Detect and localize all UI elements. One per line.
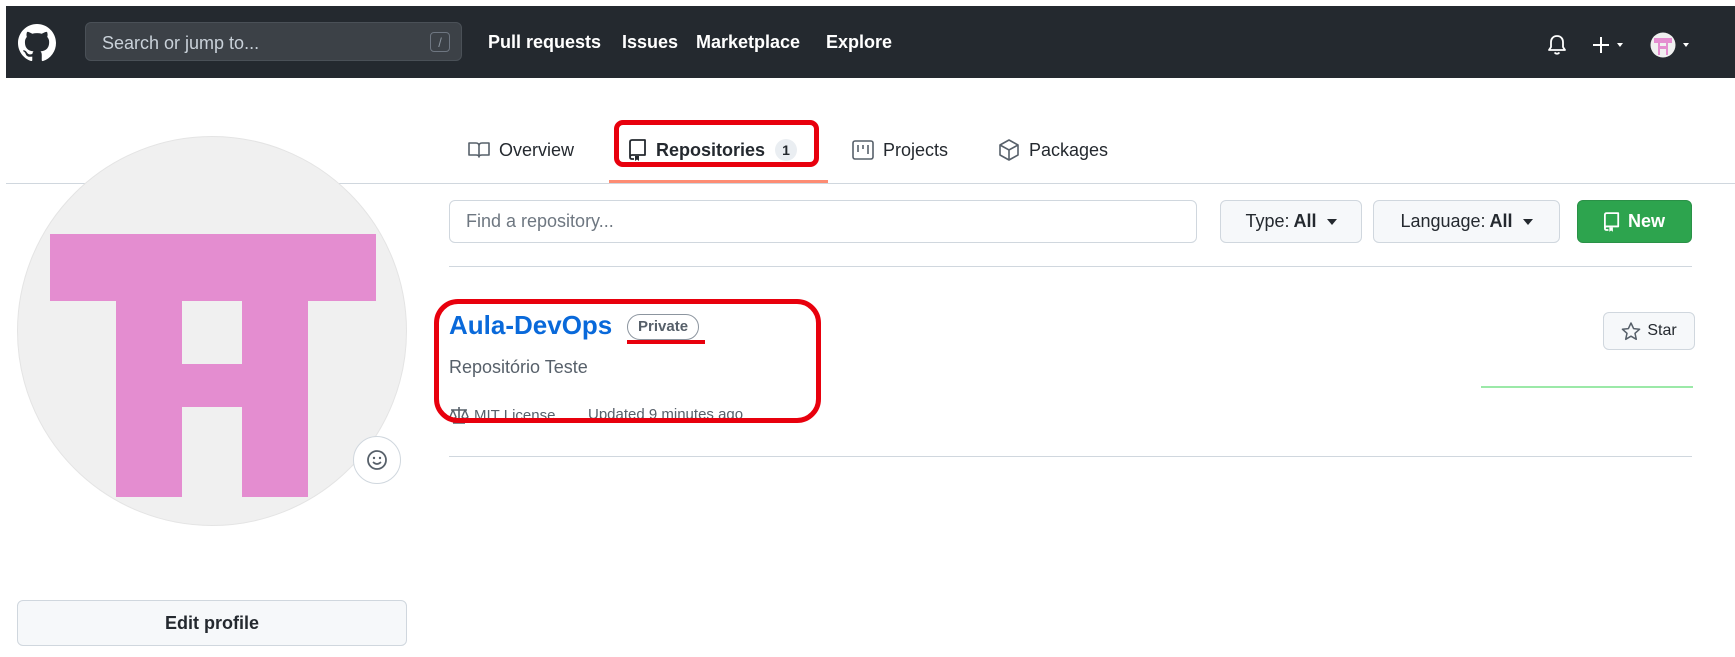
type-filter-dropdown[interactable]: Type: All	[1220, 200, 1362, 243]
slash-shortcut-icon: /	[430, 32, 450, 52]
find-repository-input[interactable]	[449, 200, 1197, 243]
star-button[interactable]: Star	[1603, 312, 1695, 350]
edit-profile-button[interactable]: Edit profile	[17, 600, 407, 646]
nav-issues[interactable]: Issues	[622, 32, 678, 53]
filter-divider	[449, 266, 1692, 267]
set-status-button[interactable]	[353, 436, 401, 484]
repo-icon	[1603, 211, 1620, 232]
smiley-icon	[367, 450, 387, 470]
page: Search or jump to... / Pull requests Iss…	[6, 6, 1735, 657]
search-placeholder: Search or jump to...	[102, 33, 260, 53]
caret-down-icon	[1522, 218, 1533, 225]
new-repository-button[interactable]: New	[1577, 200, 1692, 243]
package-icon	[999, 139, 1019, 161]
star-button-label: Star	[1647, 322, 1677, 339]
star-icon	[1621, 321, 1641, 340]
tab-overview[interactable]: Overview	[468, 135, 574, 165]
new-button-label: New	[1627, 211, 1665, 231]
github-logo-icon[interactable]	[18, 24, 56, 62]
book-icon	[468, 142, 490, 158]
repositories-tab-highlight-box	[614, 120, 819, 167]
tab-projects-label: Projects	[883, 139, 949, 160]
search-input[interactable]: Search or jump to... /	[85, 22, 462, 61]
nav-pull-requests[interactable]: Pull requests	[488, 32, 601, 53]
language-filter-dropdown[interactable]: Language: All	[1373, 200, 1560, 243]
avatar[interactable]	[17, 136, 407, 526]
tab-packages[interactable]: Packages	[998, 135, 1108, 165]
tab-projects[interactable]: Projects	[852, 135, 948, 165]
language-filter-label: Language:	[1400, 211, 1486, 231]
activity-sparkline	[1481, 386, 1693, 388]
repository-item-highlight-box	[434, 299, 821, 423]
type-filter-label: Type:	[1245, 211, 1290, 231]
selected-tab-underline	[609, 180, 828, 183]
tab-packages-label: Packages	[1029, 139, 1109, 160]
tab-overview-label: Overview	[499, 139, 575, 160]
avatar-identicon	[50, 234, 376, 497]
caret-down-icon	[1326, 218, 1337, 225]
global-header: Search or jump to... / Pull requests Iss…	[6, 6, 1735, 78]
project-icon	[852, 140, 874, 160]
type-filter-value: All	[1293, 211, 1317, 231]
language-filter-value: All	[1489, 211, 1513, 231]
repo-list-divider	[449, 456, 1692, 457]
create-new-plus-icon[interactable]	[1592, 36, 1628, 54]
user-avatar-menu-icon[interactable]	[1650, 32, 1698, 58]
nav-explore[interactable]: Explore	[826, 32, 892, 53]
bell-icon[interactable]	[1547, 34, 1567, 56]
nav-marketplace[interactable]: Marketplace	[696, 32, 800, 53]
